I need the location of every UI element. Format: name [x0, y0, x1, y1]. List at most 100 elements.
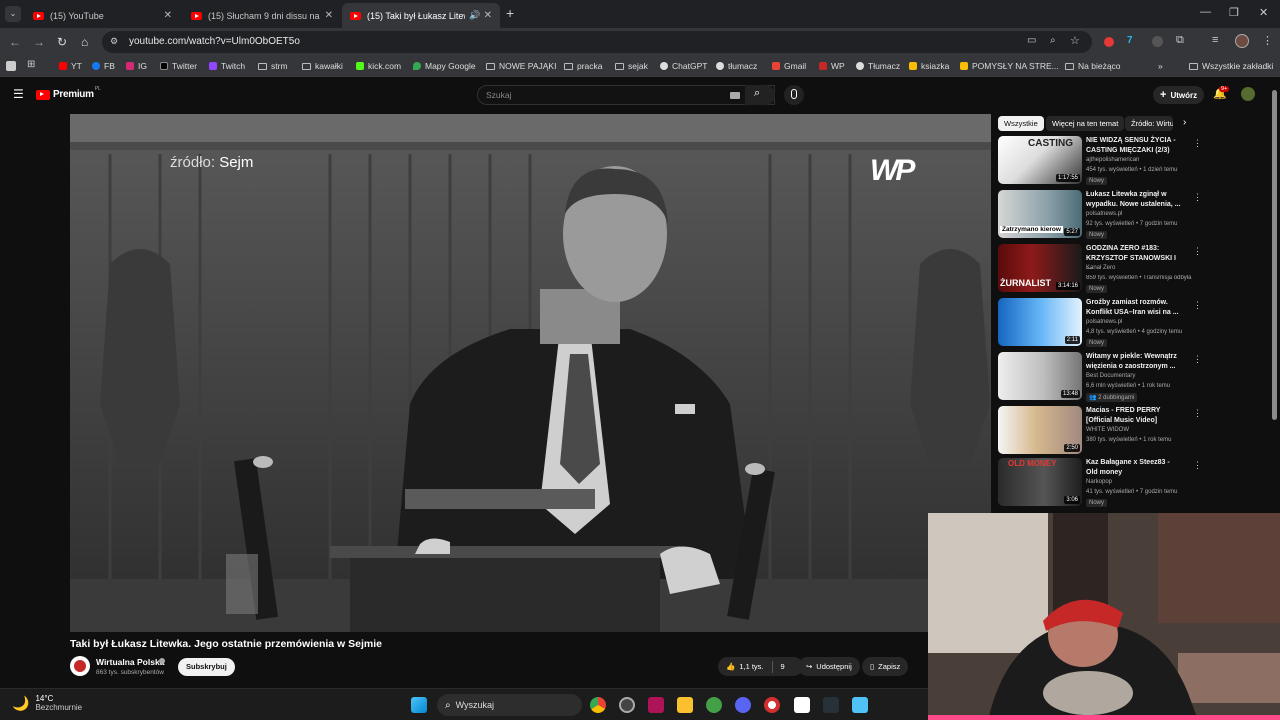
recommendation-item[interactable]: Zatrzymano kierow 5:27 Łukasz Litewka zg… [998, 190, 1202, 240]
bookmark-kick[interactable]: kick.com [356, 61, 401, 71]
taskbar-search-box[interactable]: ⌕ Wyszukaj [437, 694, 582, 716]
more-options-icon[interactable]: ⋮ [1193, 460, 1202, 471]
save-button[interactable]: ▯ Zapisz [862, 657, 909, 676]
close-icon[interactable]: ✕ [164, 10, 172, 21]
forward-icon[interactable]: → [33, 35, 45, 49]
page-scrollbar[interactable] [1272, 90, 1277, 420]
search-input[interactable]: Szukaj [477, 85, 775, 105]
capcut-icon[interactable] [794, 697, 810, 713]
restore-icon[interactable]: ❐ [1229, 6, 1239, 19]
apps-grid-icon[interactable]: ⊞ [27, 59, 35, 70]
search-button[interactable]: ⌕ [745, 85, 775, 105]
notepad-icon[interactable] [852, 697, 868, 713]
close-icon[interactable]: ✕ [484, 10, 492, 21]
new-tab-button[interactable]: + [506, 5, 514, 21]
bookmark-fb[interactable]: FB [92, 61, 115, 71]
sidebar-toggle-icon[interactable] [6, 61, 16, 71]
keyboard-icon[interactable] [730, 92, 740, 99]
bookmark-folder-sejak[interactable]: sejak [615, 61, 648, 71]
more-options-icon[interactable]: ⋮ [1193, 354, 1202, 365]
windows-start-icon[interactable] [411, 697, 427, 713]
close-window-icon[interactable]: ✕ [1259, 6, 1268, 19]
youtube-logo[interactable]: Premium PL [36, 86, 101, 100]
bookmarks-overflow-icon[interactable]: » [1158, 61, 1163, 71]
bookmark-yt[interactable]: YT [59, 61, 82, 71]
bookmark-twitter[interactable]: Twitter [160, 61, 197, 71]
chip-all[interactable]: Wszystkie [998, 116, 1044, 131]
more-options-icon[interactable]: ⋮ [1193, 246, 1202, 257]
bookmark-maps[interactable]: Mapy Google [413, 61, 476, 71]
bookmark-gmail[interactable]: Gmail [772, 61, 806, 71]
site-info-icon[interactable]: ⚙ [110, 36, 118, 47]
channel-avatar[interactable] [70, 656, 90, 676]
more-options-icon[interactable]: ⋮ [1193, 192, 1202, 203]
chrome-icon[interactable] [590, 697, 606, 713]
bookmark-folder-pracka[interactable]: pracka [564, 61, 603, 71]
extension-grey-icon[interactable] [1152, 36, 1163, 47]
bookmark-folder-nowe-pajaki[interactable]: NOWE PAJĄKI [486, 61, 556, 71]
browser-alt-icon[interactable] [706, 697, 722, 713]
all-bookmarks-folder[interactable]: Wszystkie zakładki [1189, 61, 1273, 71]
minimize-icon[interactable]: — [1200, 6, 1211, 18]
discord-icon[interactable] [735, 697, 751, 713]
video-player[interactable]: źródło: Sejm WP [70, 114, 991, 632]
app-icon-dark[interactable] [823, 697, 839, 713]
reading-list-icon[interactable]: ≡ [1212, 34, 1218, 46]
extensions-puzzle-icon[interactable]: ⧉ [1176, 34, 1184, 47]
recommendation-item[interactable]: 2:50 Macias - FRED PERRY [Official Music… [998, 406, 1202, 456]
app-icon-notifications[interactable] [619, 697, 635, 713]
opera-icon[interactable] [764, 697, 780, 713]
extension-record-icon[interactable] [1104, 37, 1114, 47]
hamburger-menu-icon[interactable]: ☰ [13, 87, 24, 101]
tab-dissu[interactable]: (15) Słucham 9 dni dissu na rak ✕ [183, 3, 341, 28]
bookmark-folder-strm[interactable]: strm [258, 61, 288, 71]
reload-icon[interactable]: ↻ [57, 35, 67, 49]
address-bar[interactable]: ⚙ youtube.com/watch?v=Ulm0ObOET5o ▭ ⌕ ☆ [102, 31, 1092, 53]
more-options-icon[interactable]: ⋮ [1193, 300, 1202, 311]
photos-icon[interactable] [648, 697, 664, 713]
tab-search-button[interactable]: ⌄ [5, 6, 21, 22]
recommendation-item[interactable]: OLD MONEY 3:06 Kaz Bałagane x Steez83 - … [998, 458, 1202, 508]
tab-youtube-home[interactable]: (15) YouTube ✕ [25, 3, 180, 28]
bookmark-folder-na-biezaco[interactable]: Na bieżąco [1065, 61, 1121, 71]
bookmark-twitch[interactable]: Twitch [209, 61, 245, 71]
bookmark-pomysly[interactable]: POMYSŁY NA STRE... [960, 61, 1059, 71]
home-icon[interactable]: ⌂ [81, 35, 88, 49]
recommendation-item[interactable]: ŻURNALIST 3:14:16 GODZINA ZERO #183: KRZ… [998, 244, 1202, 294]
share-button[interactable]: ↪ Udostępnij [798, 657, 860, 676]
extension-7tv-icon[interactable]: 7 [1127, 35, 1133, 46]
bookmark-tlumacz-2[interactable]: Tłumacz [856, 61, 900, 71]
subscribe-button[interactable]: Subskrybuj [178, 658, 235, 676]
browser-menu-icon[interactable]: ⋮ [1262, 34, 1273, 47]
channel-name[interactable]: Wirtualna Polska [96, 657, 164, 667]
tab-litewka[interactable]: (15) Taki był Łukasz Litewka 🔊 ✕ [342, 3, 500, 28]
chip-related[interactable]: Więcej na ten temat [1046, 116, 1125, 131]
recommendation-item[interactable]: 2:11 Groźby zamiast rozmów. Konflikt USA… [998, 298, 1202, 348]
more-options-icon[interactable]: ⋮ [1193, 408, 1202, 419]
like-button[interactable]: 👍 1,1 tys. [726, 662, 764, 671]
bookmark-ksiazka[interactable]: ksiazka [909, 61, 949, 71]
back-icon[interactable]: ← [9, 35, 21, 49]
bookmark-chatgpt[interactable]: ChatGPT [660, 61, 707, 71]
bookmark-ig[interactable]: IG [126, 61, 147, 71]
speaker-icon[interactable]: 🔊 [469, 10, 480, 21]
voice-search-button[interactable] [784, 85, 804, 105]
more-options-icon[interactable]: ⋮ [1193, 138, 1202, 149]
recommendation-item[interactable]: CASTING 1:17:55 NIE WIDZĄ SENSU ŻYCIA - … [998, 136, 1202, 186]
dislike-count[interactable]: 9 [781, 662, 785, 671]
bookmark-tlumacz-1[interactable]: tłumacz [716, 61, 757, 71]
bookmark-folder-kawalki[interactable]: kawałki [302, 61, 343, 71]
file-explorer-icon[interactable] [677, 697, 693, 713]
bookmark-wp[interactable]: WP [819, 61, 845, 71]
recommendation-item[interactable]: 13:48 Witamy w piekle: Wewnątrz więzieni… [998, 352, 1202, 402]
bookmark-star-icon[interactable]: ☆ [1070, 34, 1080, 47]
weather-widget[interactable]: 🌙 14°C Bezchmurnie [12, 694, 82, 712]
cast-icon[interactable]: ▭ [1027, 35, 1036, 46]
zoom-icon[interactable]: ⌕ [1050, 35, 1056, 46]
create-button[interactable]: + Utwórz [1153, 86, 1205, 104]
profile-avatar[interactable] [1235, 34, 1249, 48]
close-icon[interactable]: ✕ [325, 10, 333, 21]
chip-source[interactable]: Źródło: Wirtu [1125, 116, 1173, 131]
account-avatar[interactable] [1241, 87, 1255, 101]
chips-next-icon[interactable]: › [1183, 117, 1186, 128]
